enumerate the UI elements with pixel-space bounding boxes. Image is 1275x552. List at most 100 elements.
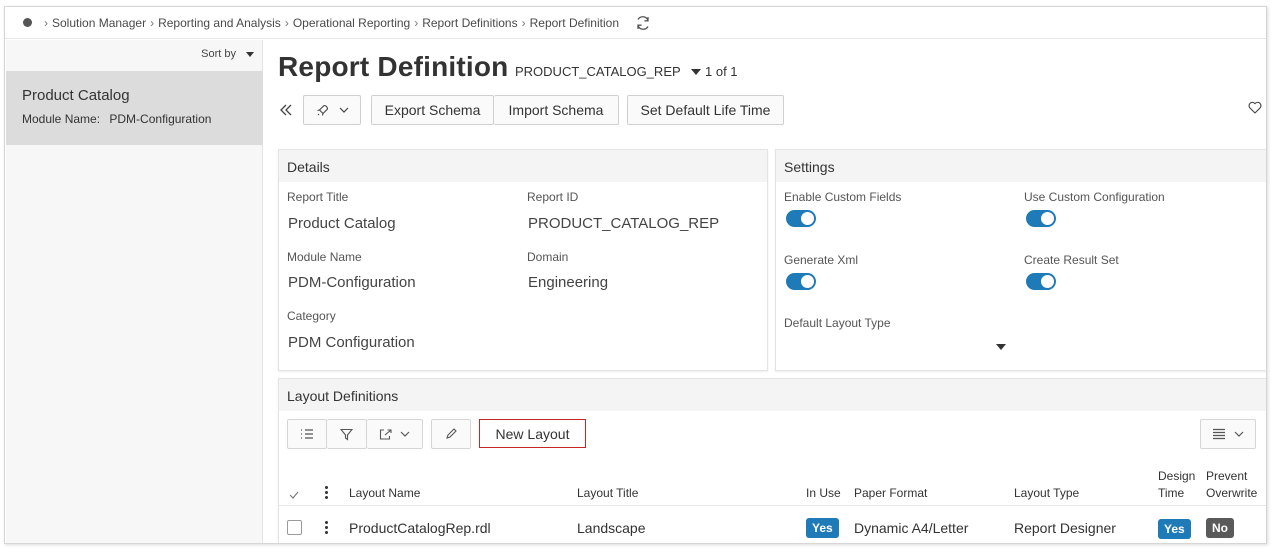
- breadcrumb: › Solution Manager › Reporting and Analy…: [5, 7, 1266, 39]
- details-heading: Details: [279, 150, 767, 182]
- list-icon: [301, 429, 313, 439]
- list-item-meta: Module Name: PDM-Configuration: [22, 112, 263, 126]
- cell-layout-name[interactable]: ProductCatalogRep.rdl: [349, 520, 491, 536]
- app-window: › Solution Manager › Reporting and Analy…: [4, 6, 1267, 544]
- settings-panel: Settings Enable Custom Fields Use Custom…: [775, 149, 1266, 371]
- filter-button[interactable]: [327, 419, 367, 449]
- row-more-icon[interactable]: [325, 521, 329, 534]
- col-design-time[interactable]: Design Time: [1158, 468, 1195, 502]
- chevron-right-icon: ›: [284, 15, 289, 30]
- home-icon[interactable]: [23, 18, 32, 27]
- columns-icon: [1213, 428, 1225, 440]
- new-layout-button[interactable]: New Layout: [479, 419, 586, 448]
- details-list-button[interactable]: [287, 419, 327, 449]
- create-result-set-toggle[interactable]: [1026, 273, 1056, 290]
- category-value: PDM Configuration: [288, 334, 415, 351]
- enable-custom-fields-toggle[interactable]: [786, 210, 816, 227]
- in-use-badge: Yes: [806, 518, 839, 538]
- page-title: Report Definition: [278, 51, 509, 82]
- list-item-title: Product Catalog: [22, 87, 130, 104]
- chevron-right-icon: ›: [150, 15, 155, 30]
- col-prevent-overwrite[interactable]: Prevent Overwrite: [1206, 468, 1257, 502]
- default-layout-type-label: Default Layout Type: [784, 316, 891, 330]
- col-design-time-line1: Design: [1158, 469, 1196, 483]
- generate-xml-toggle[interactable]: [786, 273, 816, 290]
- cell-paper-format: Dynamic A4/Letter: [854, 520, 969, 536]
- enable-custom-fields-label: Enable Custom Fields: [784, 190, 902, 204]
- use-custom-configuration-label: Use Custom Configuration: [1024, 190, 1165, 204]
- export-menu-button[interactable]: [367, 419, 423, 449]
- report-id-label: Report ID: [527, 190, 579, 204]
- prevent-overwrite-badge: No: [1206, 518, 1234, 538]
- chevron-down-icon: [400, 431, 410, 437]
- row-checkbox[interactable]: [287, 520, 302, 535]
- report-title-value: Product Catalog: [288, 215, 396, 232]
- sort-by-dropdown[interactable]: Sort by: [201, 48, 254, 60]
- actions-menu-button[interactable]: [303, 95, 361, 125]
- col-prevent-overwrite-line1: Prevent: [1206, 469, 1248, 483]
- heart-icon[interactable]: [1248, 101, 1262, 117]
- report-id-value: PRODUCT_CATALOG_REP: [528, 215, 720, 232]
- breadcrumb-report-definition: Report Definition: [529, 15, 619, 30]
- col-design-time-line2: Time: [1158, 486, 1185, 500]
- collapse-pane-icon[interactable]: [275, 95, 297, 125]
- col-in-use[interactable]: In Use: [806, 485, 841, 502]
- set-default-life-time-button[interactable]: Set Default Life Time: [627, 95, 784, 125]
- header-divider: [279, 505, 1266, 506]
- pencil-icon: [446, 428, 457, 439]
- use-custom-configuration-toggle[interactable]: [1026, 210, 1056, 227]
- select-all-check-icon[interactable]: [289, 487, 299, 504]
- edit-button[interactable]: [431, 419, 471, 449]
- chevron-down-icon: [339, 107, 348, 113]
- col-layout-name[interactable]: Layout Name: [349, 485, 420, 502]
- create-result-set-label: Create Result Set: [1024, 253, 1119, 267]
- column-chooser-button[interactable]: [1200, 419, 1256, 449]
- filter-icon: [340, 428, 353, 441]
- breadcrumb-solution-manager[interactable]: Solution Manager: [52, 16, 146, 30]
- module-name-value: PDM-Configuration: [288, 274, 416, 291]
- layout-definitions-panel: Layout Definitions New Layout Layout Nam…: [278, 378, 1266, 543]
- category-label: Category: [287, 309, 336, 323]
- details-panel: Details Report Title Product Catalog Rep…: [278, 149, 768, 371]
- caret-down-icon: [996, 344, 1006, 350]
- caret-down-icon: [246, 51, 254, 57]
- generate-xml-label: Generate Xml: [784, 253, 859, 267]
- default-layout-type-select[interactable]: [784, 336, 1006, 358]
- layout-definitions-heading: Layout Definitions: [279, 379, 1266, 411]
- domain-value: Engineering: [528, 274, 609, 291]
- header-more-icon[interactable]: [325, 486, 329, 499]
- chevron-right-icon: ›: [521, 15, 526, 30]
- rocket-icon: [316, 104, 328, 116]
- chevron-right-icon: ›: [414, 15, 419, 30]
- export-schema-button[interactable]: Export Schema: [371, 95, 494, 125]
- module-name-label: Module Name: [287, 250, 362, 264]
- record-list-pane: Sort by Product Catalog Module Name: PDM…: [6, 40, 263, 543]
- col-layout-title[interactable]: Layout Title: [577, 485, 638, 502]
- command-toolbar: Export Schema Import Schema Set Default …: [275, 95, 784, 125]
- caret-down-icon: [690, 68, 701, 75]
- record-id: PRODUCT_CATALOG_REP: [515, 64, 681, 79]
- settings-heading: Settings: [776, 150, 1266, 182]
- design-time-badge: Yes: [1158, 519, 1191, 539]
- list-item-meta-label: Module Name:: [22, 112, 101, 126]
- record-count: 1 of 1: [705, 64, 738, 79]
- domain-label: Domain: [527, 250, 569, 264]
- breadcrumb-operational-reporting[interactable]: Operational Reporting: [293, 16, 410, 30]
- breadcrumb-reporting-and-analysis[interactable]: Reporting and Analysis: [158, 16, 281, 30]
- schema-button-group: Export Schema Import Schema: [371, 95, 619, 125]
- layout-toolbar: New Layout: [287, 419, 586, 449]
- col-layout-type[interactable]: Layout Type: [1014, 485, 1079, 502]
- layout-toolbar-group: [287, 419, 423, 449]
- export-icon: [379, 429, 392, 440]
- cell-layout-type: Report Designer: [1014, 520, 1116, 536]
- record-selector[interactable]: PRODUCT_CATALOG_REP: [515, 64, 701, 79]
- col-paper-format[interactable]: Paper Format: [854, 485, 927, 502]
- refresh-icon[interactable]: [635, 15, 651, 31]
- report-title-label: Report Title: [287, 190, 349, 204]
- col-prevent-overwrite-line2: Overwrite: [1206, 486, 1258, 500]
- breadcrumb-report-definitions[interactable]: Report Definitions: [422, 16, 517, 30]
- sort-by-label: Sort by: [201, 48, 236, 60]
- import-schema-button[interactable]: Import Schema: [494, 95, 619, 125]
- list-item-meta-value: PDM-Configuration: [109, 112, 212, 126]
- list-item-selected[interactable]: Product Catalog Module Name: PDM-Configu…: [6, 71, 263, 145]
